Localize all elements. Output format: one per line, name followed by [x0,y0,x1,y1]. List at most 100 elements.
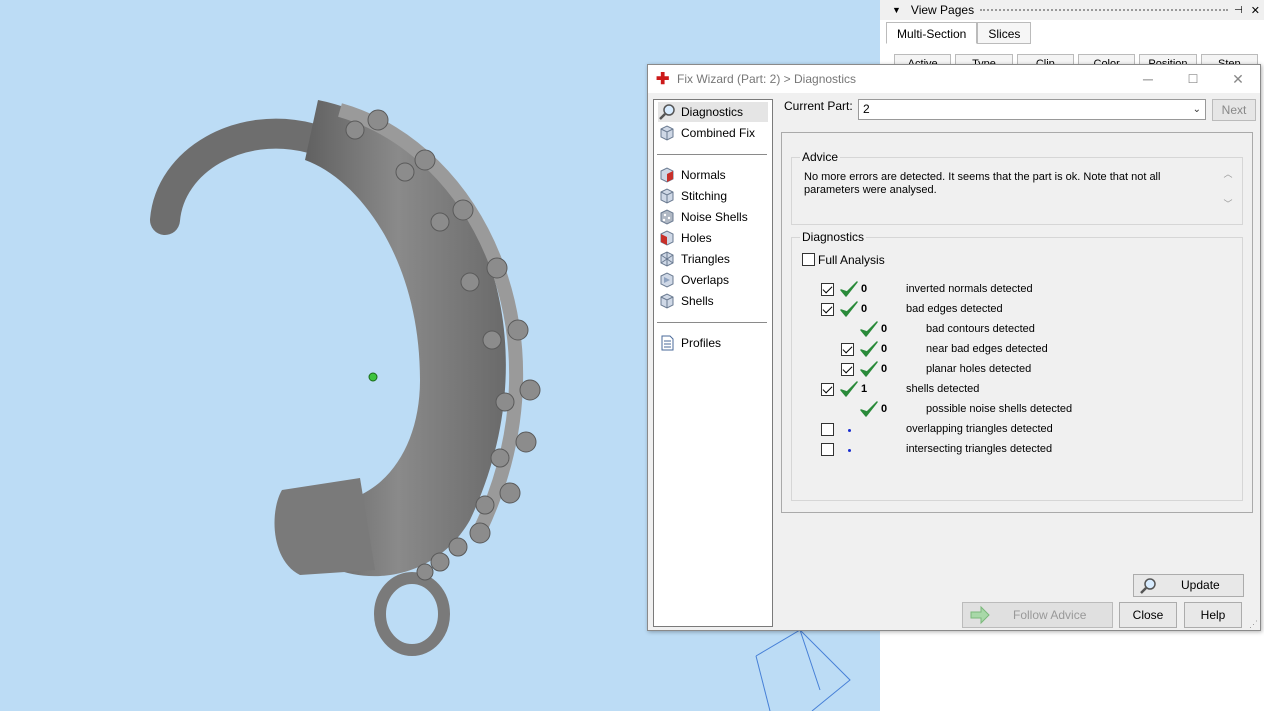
normals-cube-icon [658,166,676,184]
collapse-triangle-icon[interactable]: ▼ [892,5,901,15]
view-pages-header[interactable]: ▼ View Pages ⊣ ✕ [880,0,1264,20]
update-label: Update [1181,578,1220,592]
nav-item-noise-shells[interactable]: Noise Shells [658,207,754,227]
green-check-icon [860,401,878,417]
holes-cube-icon [658,229,676,247]
cube-fix-icon [658,124,676,142]
arrow-right-icon [969,604,991,634]
help-button[interactable]: Help [1184,602,1242,628]
green-check-icon [860,361,878,377]
close-window-icon[interactable]: ✕ [1223,69,1253,89]
nav-label: Diagnostics [681,105,744,119]
advice-title: Advice [800,150,841,164]
advice-scrollbar[interactable]: ︿ ﹀ [1220,167,1236,213]
diagnostics-title: Diagnostics [800,230,867,244]
next-button[interactable]: Next [1212,99,1256,121]
magnifier-icon [658,103,676,121]
pending-dot-icon [848,429,851,432]
nav-separator [657,322,767,323]
pin-icon[interactable]: ⊣ [1234,5,1243,16]
diagnostic-checkbox[interactable] [821,303,834,316]
drag-handle[interactable] [980,9,1229,13]
full-analysis-label: Full Analysis [818,253,885,267]
update-button[interactable]: Update [1133,574,1244,597]
scroll-up-icon[interactable]: ︿ [1220,167,1236,181]
nav-label: Shells [681,294,714,308]
nav-item-holes[interactable]: Holes [658,228,718,248]
diagnostic-row: 0 bad edges detected [792,300,1232,320]
diagnostic-label: bad edges detected [906,303,1003,315]
diagnostic-count: 0 [861,303,868,315]
nav-label: Profiles [681,336,722,350]
nav-item-overlaps[interactable]: Overlaps [658,270,735,290]
nav-item-diagnostics[interactable]: Diagnostics [658,102,768,122]
chevron-down-icon: ⌄ [1192,104,1201,115]
diagnostic-row: 0 planar holes detected [792,360,1232,380]
nav-item-combined-fix[interactable]: Combined Fix [658,123,761,143]
tab-slices[interactable]: Slices [977,22,1032,44]
noise-shells-icon [658,208,676,226]
diagnostic-count: 1 [861,383,868,395]
diagnostic-label: shells detected [906,383,980,395]
nav-label: Holes [681,231,712,245]
nav-label: Stitching [681,189,728,203]
scroll-down-icon[interactable]: ﹀ [1220,197,1236,211]
diagnostic-row: overlapping triangles detected [792,420,1232,440]
fix-wizard-dialog: ✚ Fix Wizard (Part: 2) > Diagnostics ─ ☐… [647,64,1261,631]
view-pages-tabs: Multi-Section Slices [886,22,1032,44]
nav-label: Overlaps [681,273,730,287]
diagnostic-label: planar holes detected [926,363,1032,375]
tab-multi-section[interactable]: Multi-Section [886,22,978,44]
green-check-icon [840,381,858,397]
green-check-icon [840,301,858,317]
diagnostic-row: 0 bad contours detected [792,320,1232,340]
diagnostic-checkbox[interactable] [821,423,834,436]
diagnostic-checkbox[interactable] [841,343,854,356]
diagnostic-row: 0 inverted normals detected [792,280,1232,300]
resize-grip-icon[interactable]: ⋰ [1249,619,1259,629]
nav-item-normals[interactable]: Normals [658,165,732,185]
current-part-select[interactable]: 2 ⌄ [858,99,1206,120]
diagnostic-label: inverted normals detected [906,283,1033,295]
diagnostic-count: 0 [881,323,888,335]
green-check-icon [840,281,858,297]
nav-item-profiles[interactable]: Profiles [658,333,727,353]
dialog-titlebar[interactable]: ✚ Fix Wizard (Part: 2) > Diagnostics ─ ☐… [648,65,1260,93]
nav-label: Combined Fix [681,126,756,140]
pending-dot-icon [848,449,851,452]
current-part-value: 2 [863,102,870,116]
nav-item-stitching[interactable]: Stitching [658,186,733,206]
nav-item-triangles[interactable]: Triangles [658,249,736,269]
overlaps-cube-icon [658,271,676,289]
advice-text: No more errors are detected. It seems th… [804,171,1161,196]
full-analysis-checkbox[interactable] [802,253,815,266]
diagnostics-panel: Advice No more errors are detected. It s… [781,132,1253,597]
diagnostic-checkbox[interactable] [841,363,854,376]
diagnostic-checkbox[interactable] [821,283,834,296]
dialog-title: Fix Wizard (Part: 2) > Diagnostics [677,72,857,86]
close-button[interactable]: Close [1119,602,1177,628]
close-icon[interactable]: ✕ [1251,4,1260,17]
maximize-icon[interactable]: ☐ [1178,69,1208,89]
nav-label: Noise Shells [681,210,748,224]
full-analysis-row[interactable]: Full Analysis [802,250,1002,270]
nav-item-shells[interactable]: Shells [658,291,720,311]
diagnostic-row: intersecting triangles detected [792,440,1232,460]
diagnostic-row: 0 possible noise shells detected [792,400,1232,420]
diagnostic-count: 0 [861,283,868,295]
diagnostic-count: 0 [881,403,888,415]
green-check-icon [860,321,878,337]
document-icon [658,334,676,352]
advice-group: Advice No more errors are detected. It s… [791,150,1243,225]
green-check-icon [860,341,878,357]
diagnostic-count: 0 [881,343,888,355]
follow-advice-button[interactable]: Follow Advice [962,602,1113,628]
diagnostic-checkbox[interactable] [821,443,834,456]
diagnostic-label: near bad edges detected [926,343,1048,355]
red-cross-icon: ✚ [656,71,670,88]
diagnostic-label: intersecting triangles detected [906,443,1053,455]
minimize-icon[interactable]: ─ [1133,69,1163,89]
diagnostic-checkbox[interactable] [821,383,834,396]
nav-separator [657,154,767,155]
diagnostic-row: 0 near bad edges detected [792,340,1232,360]
